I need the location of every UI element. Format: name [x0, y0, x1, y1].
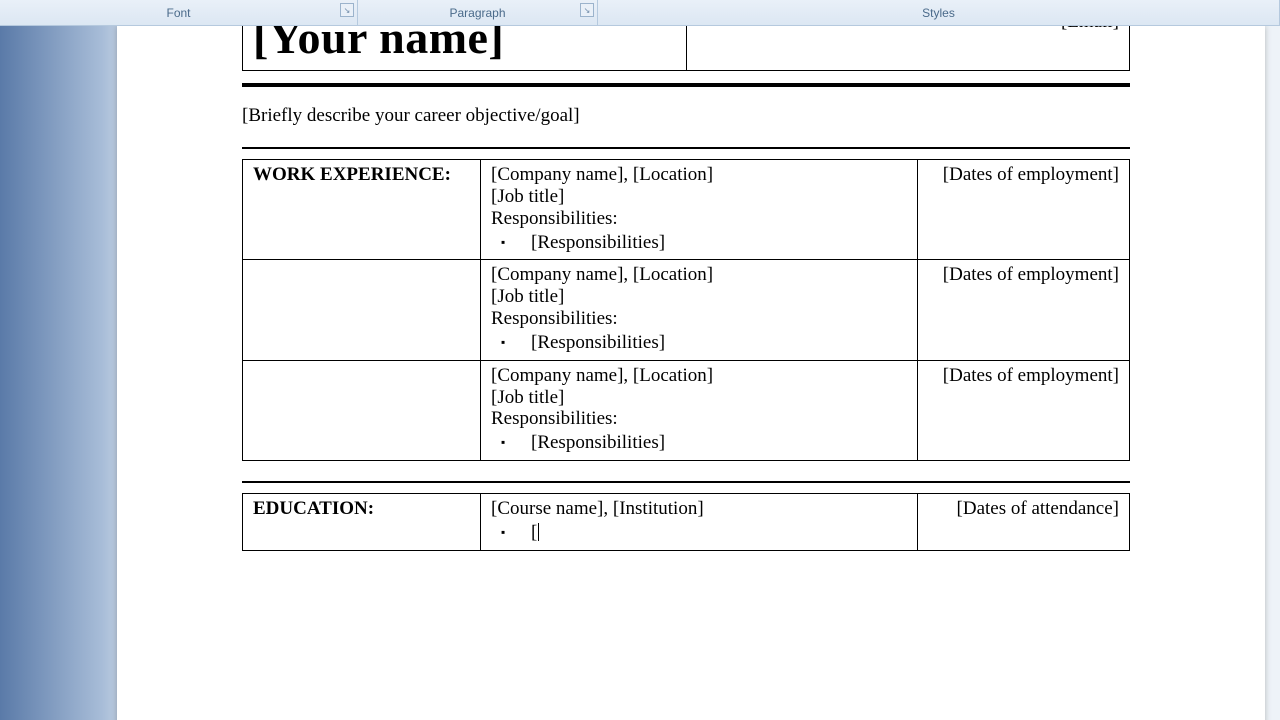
email-cell[interactable]: [Email] [686, 26, 1130, 71]
divider-icon [242, 147, 1130, 149]
list-item[interactable]: [Responsibilities] [531, 432, 907, 454]
section-label-empty [243, 360, 481, 460]
text-cursor-icon [538, 523, 539, 541]
responsibilities-label: Responsibilities: [491, 308, 907, 330]
company-text: [Company name], [Location] [491, 164, 907, 186]
responsibilities-label: Responsibilities: [491, 408, 907, 430]
ribbon-group-font[interactable]: Font ↘ [0, 0, 358, 25]
company-text: [Company name], [Location] [491, 264, 907, 286]
education-body-cell[interactable]: [Course name], [Institution] [ [481, 494, 918, 551]
responsibilities-list: [Responsibilities] [491, 432, 907, 454]
table-row[interactable]: WORK EXPERIENCE: [Company name], [Locati… [243, 160, 1130, 260]
name-text: [Your name] [253, 26, 676, 64]
email-text: [Email] [1061, 26, 1119, 32]
dates-text[interactable]: [Dates of employment] [918, 360, 1130, 460]
page[interactable]: [Your name] [Email] [Briefly describe yo… [117, 26, 1265, 720]
ribbon-group-styles[interactable]: Styles [598, 0, 1280, 25]
ribbon-group-label: Font [166, 6, 190, 20]
list-item[interactable]: [ [531, 522, 907, 544]
list-item[interactable]: [Responsibilities] [531, 332, 907, 354]
work-experience-table: WORK EXPERIENCE: [Company name], [Locati… [242, 159, 1130, 461]
dates-text[interactable]: [Dates of employment] [918, 260, 1130, 360]
responsibilities-list: [Responsibilities] [491, 232, 907, 254]
dates-text[interactable]: [Dates of employment] [918, 160, 1130, 260]
dialog-launcher-icon[interactable]: ↘ [580, 3, 594, 17]
work-body-cell[interactable]: [Company name], [Location] [Job title] R… [481, 260, 918, 360]
divider-icon [242, 481, 1130, 483]
table-row[interactable]: [Company name], [Location] [Job title] R… [243, 360, 1130, 460]
ribbon-group-paragraph[interactable]: Paragraph ↘ [358, 0, 598, 25]
work-body-cell[interactable]: [Company name], [Location] [Job title] R… [481, 360, 918, 460]
responsibilities-label: Responsibilities: [491, 208, 907, 230]
job-title-text: [Job title] [491, 186, 907, 208]
section-label: WORK EXPERIENCE: [243, 160, 481, 260]
education-table: EDUCATION: [Course name], [Institution] … [242, 493, 1130, 551]
responsibilities-list: [Responsibilities] [491, 332, 907, 354]
ribbon-group-label: Styles [922, 6, 955, 20]
course-text: [Course name], [Institution] [491, 498, 907, 520]
table-row[interactable]: [Company name], [Location] [Job title] R… [243, 260, 1130, 360]
list-item[interactable]: [Responsibilities] [531, 232, 907, 254]
dialog-launcher-icon[interactable]: ↘ [340, 3, 354, 17]
work-body-cell[interactable]: [Company name], [Location] [Job title] R… [481, 160, 918, 260]
ribbon-group-label: Paragraph [449, 6, 505, 20]
document-canvas[interactable]: [Your name] [Email] [Briefly describe yo… [0, 26, 1280, 720]
divider-icon [242, 83, 1130, 87]
header-table: [Your name] [Email] [242, 26, 1130, 71]
company-text: [Company name], [Location] [491, 365, 907, 387]
name-cell[interactable]: [Your name] [243, 26, 687, 71]
job-title-text: [Job title] [491, 286, 907, 308]
ribbon: Font ↘ Paragraph ↘ Styles [0, 0, 1280, 26]
table-row[interactable]: EDUCATION: [Course name], [Institution] … [243, 494, 1130, 551]
dates-text[interactable]: [Dates of attendance] [918, 494, 1130, 551]
job-title-text: [Job title] [491, 387, 907, 409]
education-list: [ [491, 522, 907, 544]
section-label-empty [243, 260, 481, 360]
objective-text[interactable]: [Briefly describe your career objective/… [242, 105, 1130, 127]
section-label: EDUCATION: [243, 494, 481, 551]
education-bullet-text: [ [531, 522, 537, 543]
